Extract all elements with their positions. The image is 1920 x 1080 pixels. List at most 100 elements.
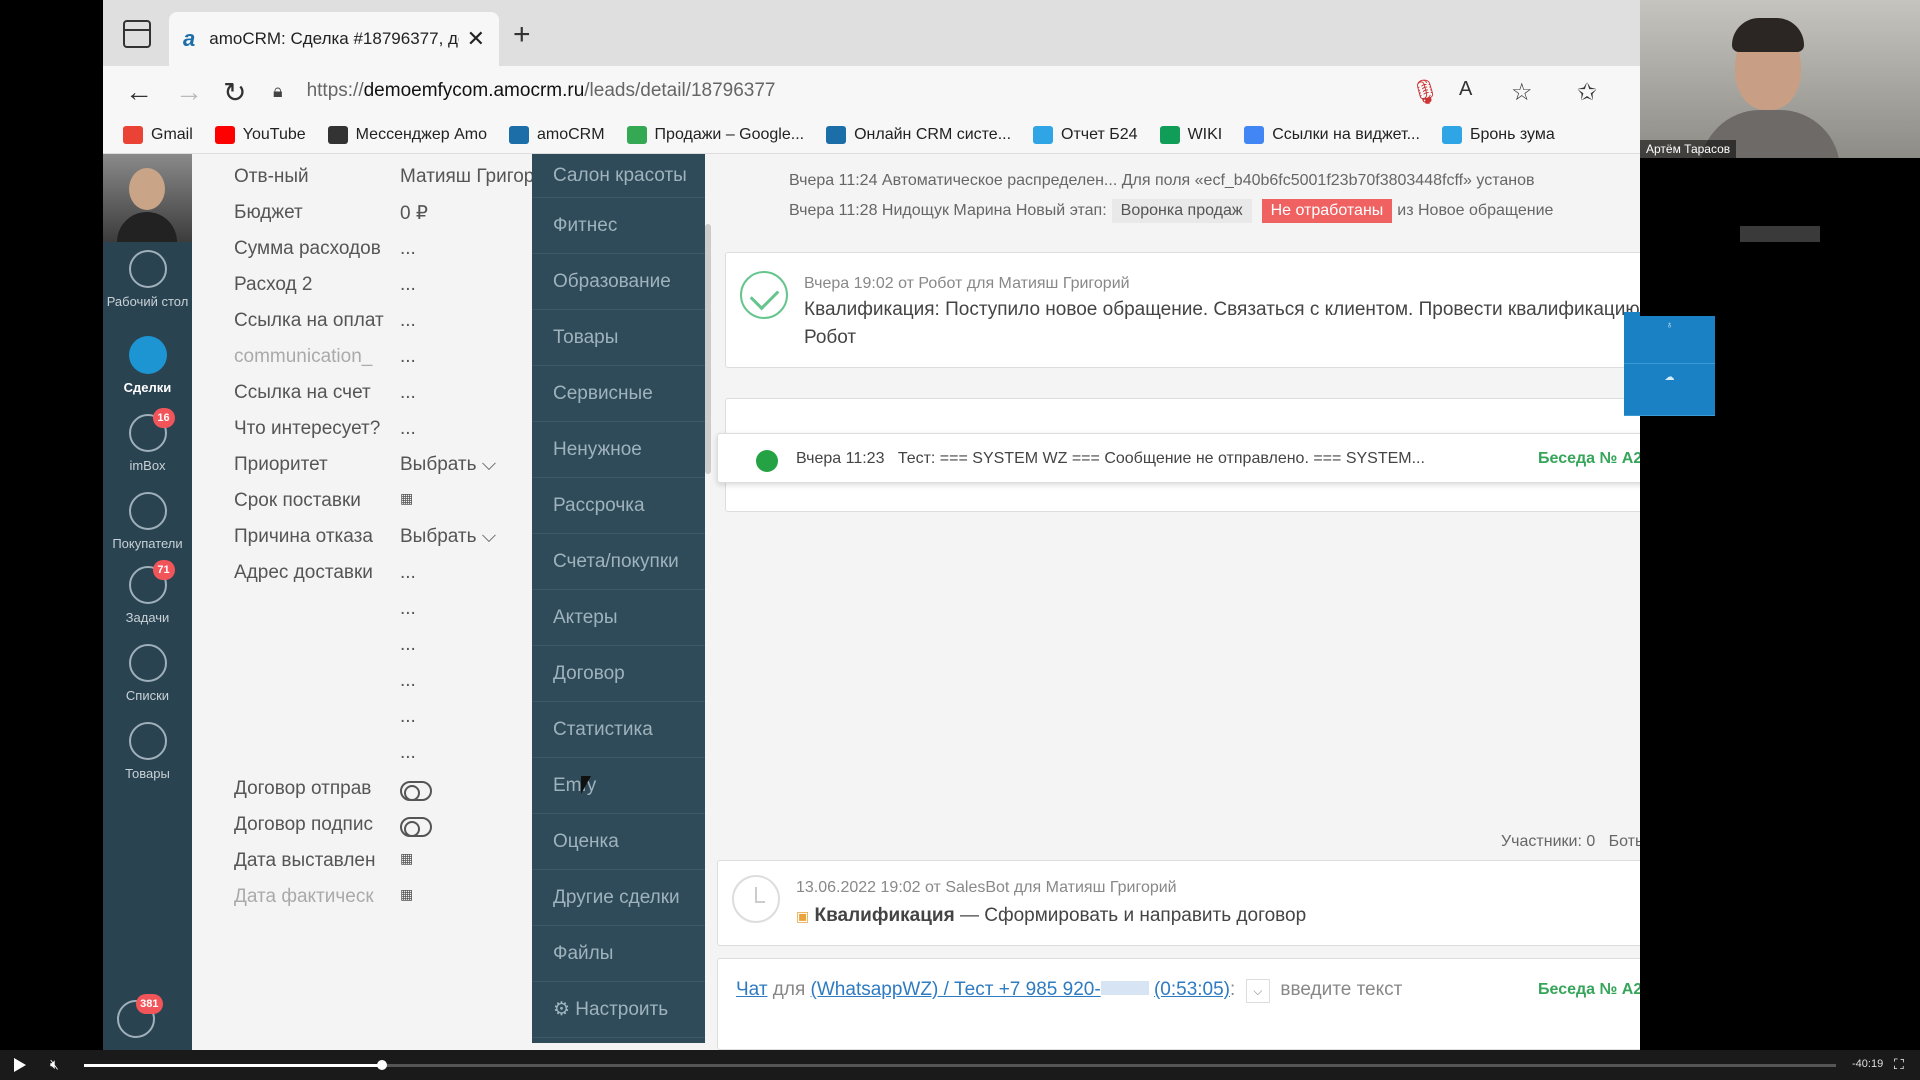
bookmark-item[interactable]: Продажи – Google... bbox=[626, 125, 804, 144]
widget-icon[interactable]: ☁ bbox=[1624, 364, 1715, 416]
field-value[interactable]: ... bbox=[400, 742, 416, 764]
bookmark-item[interactable]: Бронь зума bbox=[1441, 125, 1555, 144]
field-value[interactable]: ... bbox=[400, 346, 416, 368]
progress-track[interactable] bbox=[84, 1060, 1836, 1070]
mute-icon[interactable]: 🔇︎ bbox=[50, 1056, 59, 1073]
nav-item[interactable]: Товары bbox=[103, 722, 192, 781]
field-value[interactable]: ... bbox=[400, 418, 416, 440]
close-tab-icon[interactable]: ✕ bbox=[467, 26, 485, 52]
nav-item[interactable]: Списки bbox=[103, 644, 192, 703]
field-row[interactable]: Ссылка на оплат... bbox=[234, 310, 534, 340]
play-icon[interactable] bbox=[14, 1058, 26, 1072]
dropdown-item[interactable]: Образование bbox=[532, 254, 705, 310]
tab-actions-icon[interactable] bbox=[123, 20, 151, 48]
chat-label[interactable]: Чат bbox=[736, 979, 768, 1000]
dropdown-item[interactable]: Статистика bbox=[532, 702, 705, 758]
bookmark-item[interactable]: Мессенджер Amo bbox=[327, 125, 487, 144]
field-row[interactable]: Расход 2... bbox=[234, 274, 534, 304]
field-row[interactable]: ... bbox=[234, 598, 534, 628]
nav-item[interactable]: Рабочий стол bbox=[103, 250, 192, 309]
dropdown-item[interactable]: Файлы bbox=[532, 926, 705, 982]
field-row[interactable]: ... bbox=[234, 706, 534, 736]
task-card[interactable]: Вчера 19:02 от Робот для Матияш Григорий… bbox=[725, 252, 1640, 368]
field-row[interactable]: Ссылка на счет... bbox=[234, 382, 534, 412]
message-card[interactable]: Вчера 11:23 Тест: === SYSTEM WZ === Сооб… bbox=[717, 433, 1640, 483]
dropdown-item[interactable]: Рассрочка bbox=[532, 478, 705, 534]
field-row[interactable]: ... bbox=[234, 742, 534, 772]
notifications-item[interactable]: 381 bbox=[103, 994, 180, 1044]
field-value[interactable]: ... bbox=[400, 670, 416, 692]
field-row[interactable]: Адрес доставки... bbox=[234, 562, 534, 592]
bookmark-item[interactable]: amoCRM bbox=[508, 125, 605, 144]
bookmark-item[interactable]: Gmail bbox=[123, 125, 193, 144]
field-value[interactable]: ... bbox=[400, 562, 416, 584]
microphone-icon[interactable]: 🎙︎ bbox=[1410, 78, 1440, 107]
read-aloud-icon[interactable]: A bbox=[1459, 78, 1472, 101]
url-field[interactable]: 🔒︎ https://demoemfycom.amocrm.ru/leads/d… bbox=[273, 74, 1483, 108]
field-value[interactable]: ▦ bbox=[400, 886, 413, 903]
field-value[interactable]: Выбрать ⌵ bbox=[400, 526, 496, 548]
user-avatar[interactable] bbox=[103, 154, 192, 242]
field-row[interactable]: Приоритет Выбрать ⌵ bbox=[234, 454, 534, 484]
field-row[interactable]: Договор подпис bbox=[234, 814, 534, 844]
field-row[interactable]: communication_... bbox=[234, 346, 534, 376]
forward-icon[interactable]: → bbox=[175, 76, 203, 108]
field-value[interactable] bbox=[400, 814, 432, 840]
dropdown-item[interactable]: Счета/покупки bbox=[532, 534, 705, 590]
bookmark-item[interactable]: YouTube bbox=[214, 125, 306, 144]
field-value[interactable]: ... bbox=[400, 274, 416, 296]
dropdown-item[interactable]: Ненужное bbox=[532, 422, 705, 478]
field-value[interactable]: ▦ bbox=[400, 490, 413, 507]
nav-item[interactable]: 71 Задачи bbox=[103, 560, 192, 625]
chat-contact-link[interactable]: (WhatsappWZ) / Тест +7 985 920- bbox=[811, 979, 1101, 1000]
field-row[interactable]: Дата выставлен ▦ bbox=[234, 850, 534, 880]
field-value[interactable]: Матияш Григор bbox=[400, 166, 534, 188]
dropdown-item[interactable]: Товары bbox=[532, 310, 705, 366]
field-value[interactable]: ... bbox=[400, 634, 416, 656]
dropdown-item[interactable]: Оценка bbox=[532, 814, 705, 870]
field-row[interactable]: Дата фактическ ▦ bbox=[234, 886, 534, 916]
field-row[interactable]: Срок поставки ▦ bbox=[234, 490, 534, 520]
dropdown-item[interactable]: ⚙ Настроить bbox=[532, 982, 705, 1038]
bookmark-item[interactable]: Онлайн CRM систе... bbox=[826, 125, 1011, 144]
dropdown-item[interactable]: Другие сделки bbox=[532, 870, 705, 926]
favorite-star-icon[interactable]: ☆ bbox=[1511, 78, 1533, 107]
field-value[interactable]: Выбрать ⌵ bbox=[400, 454, 496, 476]
field-row[interactable]: Отв-ный Матияш Григор bbox=[234, 166, 534, 196]
toggle-switch[interactable] bbox=[400, 817, 432, 837]
field-row[interactable]: Причина отказа Выбрать ⌵ bbox=[234, 526, 534, 556]
dropdown-item[interactable]: Салон красоты bbox=[532, 154, 705, 198]
nav-item[interactable]: 16 imBox bbox=[103, 408, 192, 473]
bookmark-item[interactable]: Ссылки на виджет... bbox=[1244, 125, 1420, 144]
dropdown-item[interactable]: Emfy bbox=[532, 758, 705, 814]
field-row[interactable]: Бюджет 0 ₽ bbox=[234, 202, 534, 232]
reload-icon[interactable]: ↻ bbox=[223, 76, 246, 109]
favorites-icon[interactable]: ✩ bbox=[1577, 78, 1597, 107]
field-row[interactable]: Договор отправ bbox=[234, 778, 534, 808]
field-row[interactable]: Сумма расходов... bbox=[234, 238, 534, 268]
field-value[interactable]: ... bbox=[400, 706, 416, 728]
bookmark-item[interactable]: Отчет Б24 bbox=[1033, 125, 1138, 144]
chat-input[interactable]: введите текст bbox=[1280, 979, 1402, 1000]
field-value[interactable]: ... bbox=[400, 598, 416, 620]
nav-item[interactable]: Покупатели bbox=[103, 492, 192, 551]
field-value[interactable]: ... bbox=[400, 238, 416, 260]
conversation-link[interactable]: Беседа № А239 bbox=[1538, 450, 1640, 468]
chevron-down-icon[interactable]: ⌵ bbox=[1245, 979, 1270, 1003]
field-value[interactable]: 0 ₽ bbox=[400, 202, 428, 225]
field-row[interactable]: ... bbox=[234, 670, 534, 700]
dropdown-item[interactable]: Фитнес bbox=[532, 198, 705, 254]
fullscreen-icon[interactable]: ⛶ bbox=[1894, 1056, 1904, 1073]
dropdown-item[interactable]: Актеры bbox=[532, 590, 705, 646]
salesbot-card[interactable]: 13.06.2022 19:02 от SalesBot для Матияш … bbox=[717, 860, 1640, 946]
dropdown-item[interactable]: Сервисные bbox=[532, 366, 705, 422]
check-icon[interactable] bbox=[740, 271, 788, 319]
toggle-switch[interactable] bbox=[400, 781, 432, 801]
field-row[interactable]: Что интересует?... bbox=[234, 418, 534, 448]
dropdown-item[interactable]: Договор bbox=[532, 646, 705, 702]
field-value[interactable]: ... bbox=[400, 382, 416, 404]
field-value[interactable]: ▦ bbox=[400, 850, 413, 867]
field-value[interactable] bbox=[400, 778, 432, 804]
field-row[interactable]: ... bbox=[234, 634, 534, 664]
chat-composer[interactable]: Чат для (WhatsappWZ) / Тест +7 985 920- … bbox=[717, 958, 1640, 1050]
